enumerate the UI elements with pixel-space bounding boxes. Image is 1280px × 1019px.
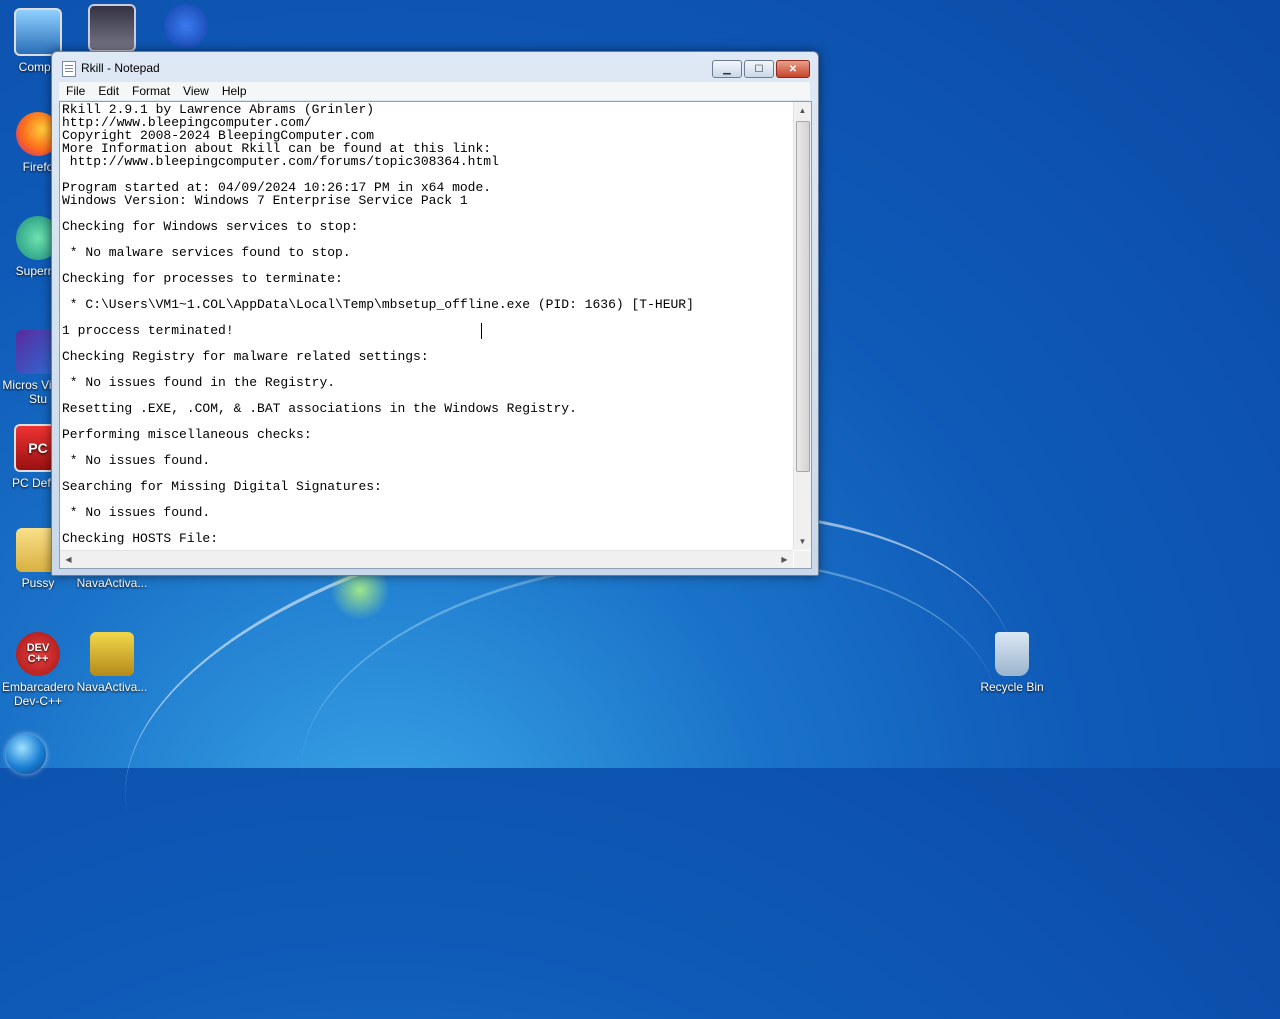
text-line: Checking for processes to terminate: — [62, 271, 343, 286]
text-line: * No malware services found to stop. — [62, 245, 351, 260]
text-line: Searching for Missing Digital Signatures… — [62, 479, 382, 494]
title-bar[interactable]: Rkill - Notepad ▁ ☐ ✕ — [52, 52, 818, 82]
recycle-bin-icon — [995, 632, 1029, 676]
text-line: Performing miscellaneous checks: — [62, 427, 312, 442]
scroll-left-arrow-icon[interactable]: ◀ — [60, 551, 77, 568]
desktop-icon-devcpp[interactable]: DEV C++ Embarcadero Dev-C++ — [0, 632, 76, 708]
vertical-scrollbar[interactable]: ▲ ▼ — [793, 102, 811, 550]
text-line: http://www.bleepingcomputer.com/forums/t… — [62, 154, 499, 169]
text-line: Resetting .EXE, .COM, & .BAT association… — [62, 401, 577, 416]
window-title: Rkill - Notepad — [81, 61, 160, 75]
devcpp-icon: DEV C++ — [16, 632, 60, 676]
text-line: * C:\Users\VM1~1.COL\AppData\Local\Temp\… — [62, 297, 694, 312]
malwarebytes-icon — [164, 4, 208, 48]
menu-format[interactable]: Format — [125, 82, 176, 98]
text-line: 1 proccess terminated! — [62, 323, 234, 338]
menu-bar: File Edit Format View Help — [59, 82, 810, 100]
text-line: * No issues found in the Registry. — [62, 375, 336, 390]
menu-help[interactable]: Help — [215, 82, 253, 98]
menu-file[interactable]: File — [59, 82, 91, 98]
scrollbar-corner — [794, 551, 811, 568]
start-button[interactable] — [6, 734, 46, 774]
text-editor[interactable]: Rkill 2.9.1 by Lawrence Abrams (Grinler)… — [59, 101, 812, 569]
desktop-icon-navaactiva-2[interactable]: NavaActiva... — [74, 632, 150, 694]
text-line: Checking HOSTS File: — [62, 531, 219, 546]
desktop-icon-label: Recycle Bin — [980, 680, 1044, 694]
desktop-icon-label: NavaActiva... — [76, 576, 148, 590]
scroll-right-arrow-icon[interactable]: ▶ — [776, 551, 793, 568]
menu-edit[interactable]: Edit — [91, 82, 125, 98]
document-text[interactable]: Rkill 2.9.1 by Lawrence Abrams (Grinler)… — [62, 103, 792, 548]
maximize-button[interactable]: ☐ — [744, 60, 774, 78]
scroll-thumb[interactable] — [796, 121, 810, 472]
text-cursor-icon — [481, 323, 488, 339]
scroll-down-arrow-icon[interactable]: ▼ — [794, 533, 811, 550]
text-line: * No issues found. — [62, 453, 211, 468]
close-button[interactable]: ✕ — [776, 60, 810, 78]
text-line: Checking Registry for malware related se… — [62, 349, 429, 364]
desktop-icon-label: Embarcadero Dev-C++ — [1, 680, 75, 708]
text-line: * No issues found. — [62, 505, 211, 520]
notepad-icon — [62, 61, 76, 77]
minimize-button[interactable]: ▁ — [712, 60, 742, 78]
shield-monitor-icon — [88, 4, 136, 52]
desktop-icon-label: NavaActiva... — [76, 680, 148, 694]
archive-icon — [90, 632, 134, 676]
text-line: Checking for Windows services to stop: — [62, 219, 359, 234]
desktop-icon-shield-shortcut[interactable] — [74, 4, 150, 56]
desktop-icon-malwarebytes[interactable] — [148, 4, 224, 52]
text-line: Windows Version: Windows 7 Enterprise Se… — [62, 193, 468, 208]
menu-view[interactable]: View — [176, 82, 215, 98]
desktop-icon-label: Pussy — [21, 576, 55, 590]
scroll-up-arrow-icon[interactable]: ▲ — [794, 102, 811, 119]
computer-icon — [14, 8, 62, 56]
horizontal-scrollbar[interactable]: ◀ ▶ — [60, 550, 793, 568]
notepad-window: Rkill - Notepad ▁ ☐ ✕ File Edit Format View… — [51, 51, 819, 576]
desktop-icon-recycle-bin[interactable]: Recycle Bin — [974, 632, 1050, 694]
